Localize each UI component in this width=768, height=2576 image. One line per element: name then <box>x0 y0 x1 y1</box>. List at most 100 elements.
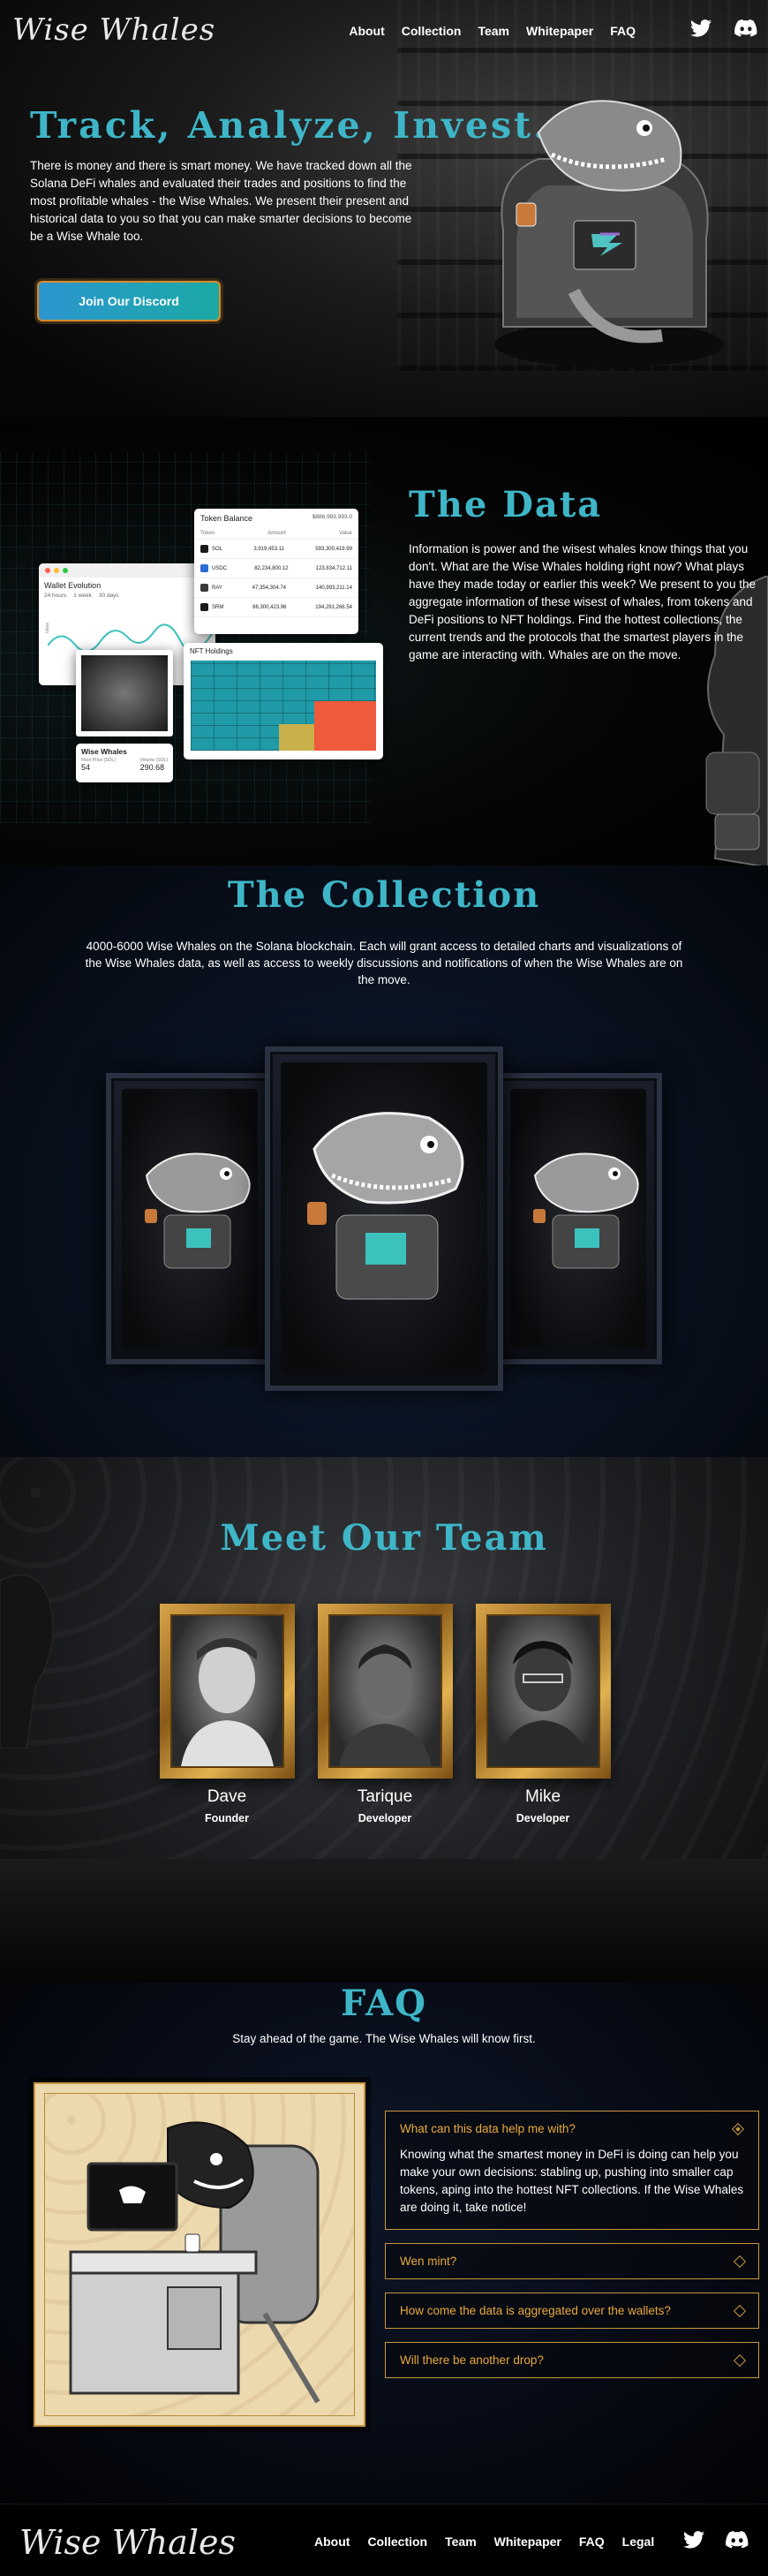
collection-frame-right <box>494 1073 662 1364</box>
footer-social-icons <box>683 2531 749 2552</box>
faq-item-0[interactable]: What can this data help me with? Knowing… <box>385 2111 759 2230</box>
photo-mike <box>486 1614 600 1768</box>
footer-collection-link[interactable]: Collection <box>367 2534 427 2549</box>
faq-question-2[interactable]: How come the data is aggregated over the… <box>386 2293 758 2328</box>
maximize-dot-icon <box>63 568 68 573</box>
col-amount: Amount <box>267 531 286 536</box>
faq-question-0[interactable]: What can this data help me with? <box>386 2111 758 2146</box>
expand-icon[interactable] <box>733 2353 747 2367</box>
token-icon <box>200 545 208 553</box>
token-balance-header: Token Balance $886,993,993.0 <box>194 509 358 528</box>
whale-thumbnail-card <box>76 650 173 737</box>
discord-icon[interactable] <box>734 19 757 39</box>
team-section: Meet Our Team Dave Founder Tarique Devel… <box>0 1457 768 1983</box>
member-role-tarique: Developer <box>358 1812 412 1824</box>
filter-1w[interactable]: 1 week <box>73 593 92 599</box>
nft-holdings-title: NFT Holdings <box>190 647 233 655</box>
token-amount: 47,354,304.74 <box>252 585 286 591</box>
nav-links: About Collection Team Whitepaper FAQ <box>349 24 636 38</box>
filter-24h[interactable]: 24 hours <box>44 593 66 599</box>
token-row: USDC 82,234,800.12 123,834,712.11 <box>194 559 358 578</box>
nav-collection-link[interactable]: Collection <box>402 24 462 38</box>
nav-about-link[interactable]: About <box>349 24 384 38</box>
wallet-evolution-title: Wallet Evolution <box>44 581 102 590</box>
token-value: 123,834,712.11 <box>315 565 352 571</box>
footer-links: About Collection Team Whitepaper FAQ Leg… <box>314 2534 654 2549</box>
expand-icon[interactable] <box>733 2255 747 2268</box>
whale-stats-title: Wise Whales <box>81 747 127 756</box>
twitter-icon[interactable] <box>690 19 713 39</box>
logo[interactable]: Wise Whales <box>12 12 215 48</box>
faq-question-2-text: How come the data is aggregated over the… <box>400 2304 671 2317</box>
faq-question-1[interactable]: Wen mint? <box>386 2244 758 2278</box>
whale-silhouette-left <box>0 1574 54 1749</box>
floor <box>0 1859 768 1983</box>
faq-subtitle: Stay ahead of the game. The Wise Whales … <box>232 2032 536 2045</box>
token-name: SRM <box>200 603 223 611</box>
token-table-body: SOL 3,919,453.11 593,300,419.99 USDC 82,234,… <box>194 540 358 617</box>
faq-item-2[interactable]: How come the data is aggregated over the… <box>385 2293 759 2329</box>
volume-value: 290.68 <box>139 763 165 772</box>
faq-question-3[interactable]: Will there be another drop? <box>386 2343 758 2377</box>
token-balance-title: Token Balance <box>200 514 253 523</box>
data-text: Information is power and the wisest whal… <box>409 542 756 661</box>
wallet-filters: 24 hours 1 week 30 days <box>39 590 215 601</box>
wallet-ylabel: Value <box>45 622 51 634</box>
token-icon <box>200 564 208 572</box>
member-role-dave: Founder <box>205 1812 249 1824</box>
photo-tarique <box>328 1614 442 1768</box>
token-amount: 3,919,453.11 <box>253 546 284 552</box>
faq-illustration <box>34 2082 365 2427</box>
collection-frame-center <box>265 1046 503 1391</box>
portrait-tarique <box>318 1604 453 1779</box>
token-icon <box>200 584 208 592</box>
footer-logo[interactable]: Wise Whales <box>19 2523 236 2562</box>
join-discord-button[interactable]: Join Our Discord <box>37 281 221 321</box>
photo-dave <box>170 1614 284 1768</box>
footer-whitepaper-link[interactable]: Whitepaper <box>494 2534 561 2549</box>
member-name-tarique: Tarique <box>357 1787 413 1806</box>
member-role-mike: Developer <box>516 1812 570 1824</box>
social-icons <box>690 19 757 39</box>
whale-nft-center <box>307 1112 464 1300</box>
faq-item-1[interactable]: Wen mint? <box>385 2243 759 2279</box>
token-amount: 86,300,423.96 <box>252 604 287 610</box>
hero-text: There is money and there is smart money.… <box>30 159 412 243</box>
token-value: 593,300,419.99 <box>315 546 352 552</box>
twitter-icon[interactable] <box>683 2531 704 2552</box>
nav-whitepaper-link[interactable]: Whitepaper <box>526 24 593 38</box>
expand-icon[interactable] <box>733 2304 747 2317</box>
token-name: SOL <box>200 545 222 553</box>
nft-holdings-card: NFT Holdings <box>184 643 383 759</box>
token-row: SRM 86,300,423.96 194,291,266.54 <box>194 598 358 617</box>
nav-faq-link[interactable]: FAQ <box>610 24 636 38</box>
faq-question-3-text: Will there be another drop? <box>400 2353 544 2367</box>
collapse-icon[interactable] <box>731 2122 745 2135</box>
faq-question-0-text: What can this data help me with? <box>400 2122 576 2135</box>
token-table-head: Token Amount Value <box>194 528 358 540</box>
token-balance-total: $886,993,993.0 <box>312 514 352 520</box>
team-title: Meet Our Team <box>220 1517 548 1559</box>
footer-legal-link[interactable]: Legal <box>622 2534 655 2549</box>
top-nav: Wise Whales About Collection Team Whitep… <box>0 0 768 64</box>
floor-value: 54 <box>81 763 91 772</box>
member-name-dave: Dave <box>207 1787 247 1806</box>
faq-item-3[interactable]: Will there be another drop? <box>385 2342 759 2378</box>
whale-stats-row: Floor Price (SOL) 54 Volume (SOL) 290.68 <box>76 758 173 772</box>
whale-nft-right <box>533 1152 639 1269</box>
nav-team-link[interactable]: Team <box>478 24 509 38</box>
hero-section: Wise Whales About Collection Team Whitep… <box>0 0 768 417</box>
col-token: Token <box>200 531 215 536</box>
footer-team-link[interactable]: Team <box>445 2534 477 2549</box>
whale-at-computer-illustration <box>69 2121 320 2404</box>
filter-30d[interactable]: 30 days <box>99 593 119 599</box>
discord-icon[interactable] <box>726 2531 749 2552</box>
data-title: The Data <box>409 484 603 525</box>
collection-frame-left <box>106 1073 274 1364</box>
footer-faq-link[interactable]: FAQ <box>579 2534 605 2549</box>
token-value: 194,291,266.54 <box>315 604 352 610</box>
collection-title: The Collection <box>227 874 541 916</box>
footer-about-link[interactable]: About <box>314 2534 350 2549</box>
whale-thumbnail-image <box>81 655 168 731</box>
token-row: RAY 47,354,304.74 140,993,211.14 <box>194 578 358 598</box>
